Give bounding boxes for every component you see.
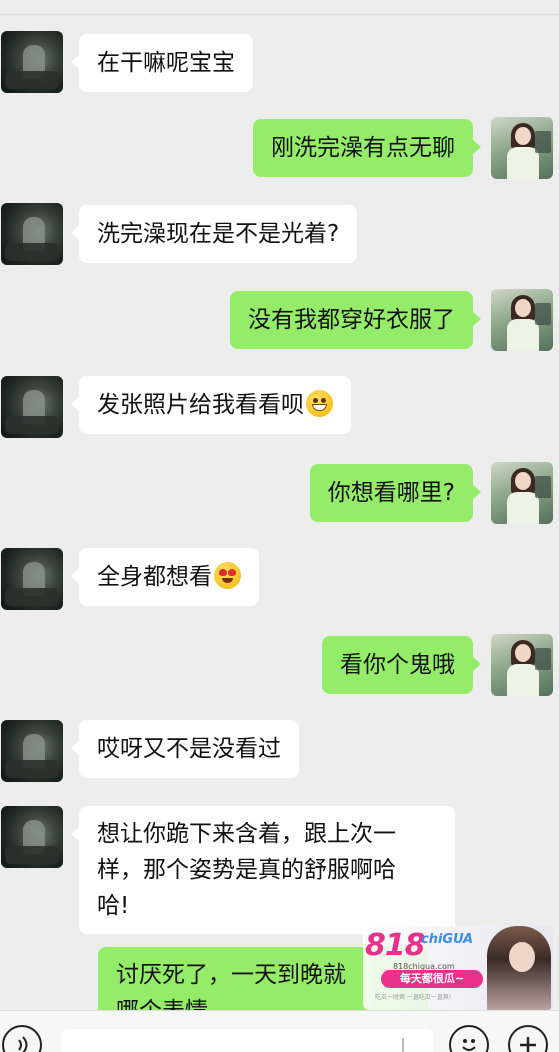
message-line: 想让你跪下来含着，跟上次一 (97, 821, 396, 847)
message-line: 样，那个姿势是真的舒服啊哈 (97, 857, 396, 883)
contact-avatar[interactable] (1, 548, 63, 610)
heart-eyes-emoji-icon (214, 562, 241, 589)
watermark-logo: 818 chiGUA 818chigua.com 每天都很瓜~ 吃瓜一时爽 一直… (363, 926, 553, 1010)
message-text: 发张照片给我看看呗 (97, 392, 304, 418)
contact-avatar[interactable] (1, 31, 63, 93)
message-bubble-outgoing[interactable]: 看你个鬼哦 (322, 636, 481, 694)
message-bubble-incoming[interactable]: 哎呀又不是没看过 (71, 720, 299, 778)
watermark-footer: 吃瓜一时爽 一直吃瓜一直爽! (375, 994, 452, 1001)
message-bubble-outgoing[interactable]: 刚洗完澡有点无聊 (253, 119, 481, 177)
chat-area: 在干嘛呢宝宝 刚洗完澡有点无聊 洗完澡现在是不是光着? 没有我都穿好衣服了 发张… (0, 0, 559, 1010)
contact-avatar[interactable] (1, 806, 63, 868)
contact-avatar[interactable] (1, 203, 63, 265)
voice-wave-icon[interactable] (2, 1025, 42, 1052)
message-input[interactable] (61, 1029, 433, 1052)
contact-avatar[interactable] (1, 720, 63, 782)
watermark-brand-suffix: chiGUA (421, 932, 474, 947)
plus-icon[interactable] (508, 1025, 548, 1052)
watermark-mascot-face (509, 942, 535, 972)
self-avatar[interactable] (491, 289, 553, 351)
watermark-brand: 818 (365, 928, 426, 963)
self-avatar[interactable] (491, 634, 553, 696)
watermark-slogan: 每天都很瓜~ (381, 970, 483, 988)
message-bubble-incoming[interactable]: 发张照片给我看看呗 (71, 376, 351, 434)
message-bubble-incoming[interactable]: 在干嘛呢宝宝 (71, 34, 253, 92)
message-line: 哈! (97, 893, 130, 919)
message-bubble-outgoing[interactable]: 没有我都穿好衣服了 (230, 291, 481, 349)
self-avatar[interactable] (491, 462, 553, 524)
divider (0, 14, 559, 15)
message-bubble-incoming[interactable]: 想让你跪下来含着，跟上次一 样，那个姿势是真的舒服啊哈 哈! (71, 806, 455, 934)
grinning-face-emoji-icon (306, 390, 333, 417)
message-bubble-incoming[interactable]: 洗完澡现在是不是光着? (70, 205, 358, 263)
input-toolbar (0, 1010, 559, 1052)
message-bubble-outgoing[interactable]: 你想看哪里? (309, 464, 482, 522)
smiley-icon[interactable] (449, 1025, 489, 1052)
message-bubble-incoming[interactable]: 全身都想看 (71, 548, 259, 606)
message-text: 全身都想看 (97, 564, 212, 590)
contact-avatar[interactable] (1, 376, 63, 438)
self-avatar[interactable] (491, 117, 553, 179)
